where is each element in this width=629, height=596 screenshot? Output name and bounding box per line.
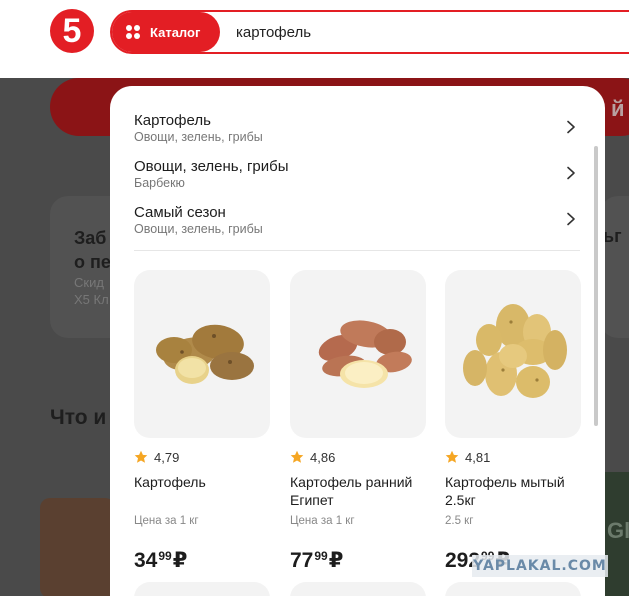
promo-card-title: Заб о пе xyxy=(74,228,111,272)
product-image[interactable] xyxy=(134,270,270,438)
product-rating: 4,81 xyxy=(445,448,490,466)
price-unit: Цена за 1 кг xyxy=(290,515,355,527)
suggestion-item[interactable]: Самый сезон Овощи, зелень, грибы xyxy=(134,204,578,244)
price-unit: 2.5 кг xyxy=(445,515,474,527)
catalog-label: Каталог xyxy=(150,24,201,40)
grid-icon xyxy=(126,25,140,39)
section-title: Что и xyxy=(50,406,107,429)
price-main: 34 xyxy=(134,549,158,572)
scrollbar[interactable] xyxy=(594,146,598,426)
price-main: 77 xyxy=(290,549,314,572)
star-icon xyxy=(445,450,459,463)
potato-image xyxy=(318,320,412,388)
suggestion-title: Картофель xyxy=(134,112,211,129)
rating-value: 4,86 xyxy=(310,449,336,465)
product-card-next[interactable] xyxy=(290,582,426,596)
logo[interactable]: 5 xyxy=(50,9,94,53)
suggestion-item[interactable]: Овощи, зелень, грибы Барбекю xyxy=(134,158,578,198)
product-image[interactable] xyxy=(290,270,426,438)
suggestion-title: Самый сезон xyxy=(134,204,226,221)
chevron-right-icon xyxy=(567,212,575,226)
product-card[interactable]: 4,81 Картофель мытый 2.5кг 2.5 кг 29299₽ xyxy=(445,270,583,596)
suggestion-category: Барбекю xyxy=(134,176,185,190)
catalog-button[interactable]: Каталог xyxy=(112,12,220,52)
star-icon xyxy=(134,450,148,463)
price-cents: 99 xyxy=(158,549,172,563)
chevron-right-icon xyxy=(567,120,575,134)
chevron-right-icon xyxy=(567,166,575,180)
product-name[interactable]: Картофель мытый 2.5кг xyxy=(445,473,581,509)
price-unit: Цена за 1 кг xyxy=(134,515,199,527)
header: 5 Каталог xyxy=(0,0,629,78)
product-card-next[interactable] xyxy=(445,582,581,596)
star-icon xyxy=(290,450,304,463)
price-cents: 99 xyxy=(314,549,328,563)
watermark: YAPLAKAL.COM xyxy=(472,555,608,577)
product-thumb xyxy=(40,498,115,596)
suggestion-title: Овощи, зелень, грибы xyxy=(134,158,289,175)
banner-text: й xyxy=(611,96,625,121)
rating-value: 4,81 xyxy=(465,449,491,465)
product-name[interactable]: Картофель ранний Египет xyxy=(290,473,426,509)
suggestion-category: Овощи, зелень, грибы xyxy=(134,130,263,144)
product-card[interactable]: 4,86 Картофель ранний Египет Цена за 1 к… xyxy=(290,270,428,596)
product-rating: 4,86 xyxy=(290,448,335,466)
product-rating: 4,79 xyxy=(134,448,179,466)
search-input[interactable] xyxy=(236,20,616,44)
suggestion-category: Овощи, зелень, грибы xyxy=(134,222,263,236)
potato-image xyxy=(463,304,567,398)
potato-image xyxy=(156,324,254,384)
product-card-next[interactable] xyxy=(134,582,270,596)
promo-card-subtitle: Скид X5 Кл xyxy=(74,275,109,307)
currency: ₽ xyxy=(328,549,344,572)
promo-thumb-text: Gl xyxy=(607,518,629,543)
product-card[interactable]: 4,79 Картофель Цена за 1 кг 3499₽ xyxy=(134,270,272,596)
promo-card-right-title: ьг xyxy=(603,226,622,246)
product-price: 7799₽ xyxy=(290,548,343,573)
currency: ₽ xyxy=(172,549,188,572)
suggestion-item[interactable]: Картофель Овощи, зелень, грибы xyxy=(134,112,578,152)
product-name[interactable]: Картофель xyxy=(134,473,270,491)
rating-value: 4,79 xyxy=(154,449,180,465)
product-price: 3499₽ xyxy=(134,548,187,573)
product-image[interactable] xyxy=(445,270,581,438)
divider xyxy=(134,250,580,251)
search-dropdown: Картофель Овощи, зелень, грибы Овощи, зе… xyxy=(110,86,605,596)
